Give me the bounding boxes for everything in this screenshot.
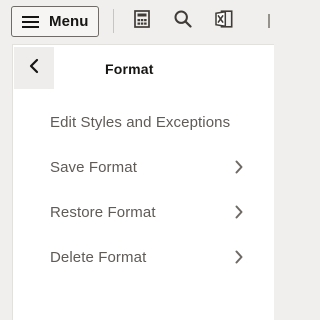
top-toolbar: Menu <box>0 0 273 42</box>
menu-item-delete-format[interactable]: Delete Format <box>13 235 274 280</box>
menu-item-save-format[interactable]: Save Format <box>13 145 274 190</box>
toolbar-overflow-edge <box>268 14 272 28</box>
menu-item-edit-styles[interactable]: Edit Styles and Exceptions <box>13 100 274 145</box>
excel-export-icon <box>215 9 233 33</box>
toolbar-divider <box>113 9 114 33</box>
format-menu-list: Edit Styles and Exceptions Save Format R… <box>13 100 274 280</box>
calculator-button[interactable] <box>131 9 153 33</box>
menu-item-label: Delete Format <box>50 249 147 266</box>
menu-button[interactable]: Menu <box>11 6 99 37</box>
search-button[interactable] <box>172 10 194 32</box>
chevron-left-icon <box>28 58 40 79</box>
search-icon <box>174 10 192 33</box>
hamburger-icon <box>22 15 40 29</box>
format-panel: Format Edit Styles and Exceptions Save F… <box>12 44 274 320</box>
menu-item-label: Edit Styles and Exceptions <box>50 114 231 131</box>
excel-export-button[interactable] <box>213 9 235 33</box>
panel-title: Format <box>105 61 154 77</box>
app-window: Menu Format Edit Styles and Exceptions S… <box>0 0 274 320</box>
menu-item-label: Save Format <box>50 159 137 176</box>
calculator-icon <box>134 9 150 33</box>
chevron-right-icon <box>232 205 246 219</box>
chevron-right-icon <box>232 250 246 264</box>
menu-item-label: Restore Format <box>50 204 156 221</box>
chevron-right-icon <box>232 160 246 174</box>
menu-label: Menu <box>49 13 89 30</box>
menu-item-restore-format[interactable]: Restore Format <box>13 190 274 235</box>
back-button[interactable] <box>14 47 54 89</box>
